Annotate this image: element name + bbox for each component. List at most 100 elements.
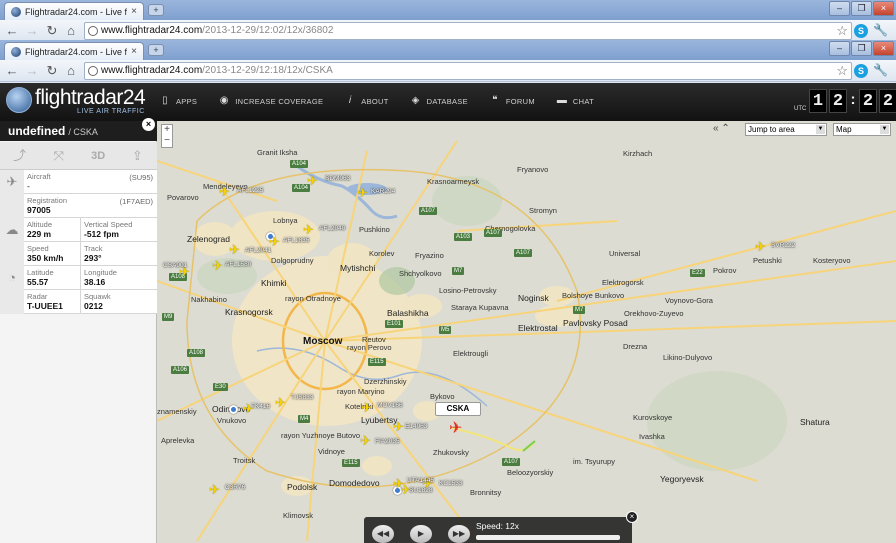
jump-to-area-select[interactable]: Jump to area ▼ (745, 123, 827, 136)
close-window-button[interactable]: × (873, 1, 894, 16)
city-label: Korolev (369, 249, 395, 258)
aircraft-marker-icon[interactable]: ✈ (303, 223, 314, 236)
back-arrow-icon[interactable]: ← (4, 63, 20, 79)
longitude-label: Longitude (84, 268, 117, 277)
flight-label: TK416 (251, 403, 271, 410)
window-controls: – ❐ × (829, 1, 894, 16)
bookmark-star-icon[interactable]: ☆ (836, 23, 848, 39)
city-label: Likino-Dulyovo (663, 353, 713, 362)
menu-database[interactable]: ◈ DATABASE (411, 96, 468, 106)
aircraft-marker-icon[interactable]: ✈ (393, 477, 404, 490)
site-logo[interactable]: flightradar24 (35, 86, 146, 110)
menu-increase-coverage[interactable]: ◉ INCREASE COVERAGE (219, 96, 323, 106)
collapse-left-icon[interactable]: « (713, 123, 719, 134)
column-divider (80, 218, 81, 242)
maximize-button[interactable]: ❐ (851, 41, 872, 56)
skype-extension-icon[interactable]: S (854, 24, 868, 38)
city-label: rayon Perovo (347, 343, 392, 352)
forward-arrow-icon[interactable]: → (24, 63, 40, 79)
city-label: Domodedovo (329, 478, 380, 488)
utc-clock: 1 2 : 2 2 (809, 89, 896, 113)
city-label: Pushkino (359, 225, 390, 234)
panel-close-button[interactable]: × (142, 118, 155, 131)
menu-about[interactable]: 𝑖 ABOUT (345, 96, 389, 106)
follow-icon[interactable]: ⤧ (39, 142, 78, 169)
reload-icon[interactable]: ↻ (44, 63, 60, 79)
wrench-menu-icon[interactable]: 🔧 (873, 23, 888, 37)
city-label: Elektrougli (453, 349, 489, 358)
menu-forum[interactable]: ❝ FORUM (490, 96, 535, 106)
minimize-button[interactable]: – (829, 1, 850, 16)
city-label: Kirzhach (623, 149, 653, 158)
rewind-button[interactable]: ◀◀ (372, 525, 394, 543)
skype-extension-icon[interactable]: S (854, 64, 868, 78)
aircraft-marker-icon[interactable]: ✈ (357, 186, 368, 199)
share-icon[interactable]: ⇪ (118, 142, 157, 169)
play-button[interactable]: ▶ (410, 525, 432, 543)
aircraft-marker-icon[interactable]: ✈ (361, 401, 372, 414)
maximize-button[interactable]: ❐ (851, 1, 872, 16)
zoom-out-button[interactable]: − (162, 136, 172, 147)
aircraft-marker-icon[interactable]: ✈ (360, 434, 371, 447)
map-type-select[interactable]: Map ▼ (833, 123, 891, 136)
aircraft-marker-icon[interactable]: ✈ (212, 259, 223, 272)
selected-flight-callout[interactable]: CSKA (435, 402, 481, 416)
minimize-button[interactable]: – (829, 41, 850, 56)
wrench-menu-icon[interactable]: 🔧 (873, 63, 888, 77)
menu-chat[interactable]: ▬ CHAT (557, 96, 594, 106)
address-bar[interactable]: www.flightradar24.com/2013-12-29/12:02/1… (84, 22, 852, 40)
city-label: znamenskiy (157, 407, 197, 416)
city-label: Kurovskoye (633, 413, 673, 422)
aircraft-marker-icon[interactable]: ✈ (755, 240, 766, 253)
collapse-up-icon[interactable]: ⌃ (721, 123, 729, 134)
new-tab-button[interactable]: + (148, 44, 164, 56)
aircraft-marker-icon[interactable]: ✈ (393, 420, 404, 433)
road-shield: E115 (368, 358, 386, 366)
home-icon[interactable]: ⌂ (63, 23, 79, 39)
latitude-label: Latitude (27, 268, 54, 277)
address-bar[interactable]: www.flightradar24.com/2013-12-29/12:18/1… (84, 62, 852, 80)
chat-icon: ▬ (556, 95, 568, 106)
city-label: Staraya Kupavna (451, 303, 509, 312)
browser-tab[interactable]: Flightradar24.com - Live fli… × (4, 42, 144, 60)
squawk-value: 0212 (84, 301, 103, 311)
route-icon[interactable]: ⤴ (0, 142, 39, 169)
airport-pin-icon[interactable] (229, 405, 238, 414)
selected-aircraft-icon[interactable]: ✈ (449, 421, 462, 437)
aircraft-marker-icon[interactable]: ✈ (219, 185, 230, 198)
home-icon[interactable]: ⌂ (63, 63, 79, 79)
new-tab-button[interactable]: + (148, 4, 164, 16)
city-label: Dzerzhinskiy (364, 377, 407, 386)
fast-forward-button[interactable]: ▶▶ (448, 525, 470, 543)
flight-label: E14063 (405, 423, 428, 430)
globe-logo-icon[interactable] (6, 87, 32, 113)
aircraft-marker-icon[interactable]: ✈ (275, 396, 286, 409)
tab-close-icon[interactable]: × (131, 46, 137, 57)
tab-title: Flightradar24.com - Live fli… (25, 6, 128, 17)
radar-value: T-UUEE1 (27, 301, 63, 311)
bookmark-star-icon[interactable]: ☆ (836, 63, 848, 79)
aircraft-marker-icon[interactable]: ✈ (229, 243, 240, 256)
back-arrow-icon[interactable]: ← (4, 23, 20, 39)
tab-title: Flightradar24.com - Live fli… (25, 46, 128, 57)
city-label: Podolsk (287, 482, 318, 492)
view-3d-button[interactable]: 3D (79, 142, 118, 169)
menu-apps[interactable]: ▯ APPS (160, 96, 197, 106)
column-divider (80, 266, 81, 290)
url-path: /2013-12-29/12:02/12x/36802 (202, 25, 334, 36)
aircraft-marker-icon[interactable]: ✈ (209, 483, 220, 496)
flight-map[interactable]: + − « ⌃ Jump to area ▼ Map ▼ Moscow Bala… (157, 121, 896, 543)
city-label: Vidnoye (318, 447, 345, 456)
playback-timeline-slider[interactable] (476, 535, 620, 540)
close-window-button[interactable]: × (873, 41, 894, 56)
main-menu: ▯ APPS ◉ INCREASE COVERAGE 𝑖 ABOUT ◈ DATABAS… (160, 96, 616, 106)
reload-icon[interactable]: ↻ (44, 23, 60, 39)
tab-close-icon[interactable]: × (131, 6, 137, 17)
road-shield: A103 (454, 233, 473, 241)
city-label: Krasnogorsk (225, 307, 273, 317)
browser-toolbar: ← → ↻ ⌂ www.flightradar24.com/2013-12-29… (0, 20, 896, 42)
aircraft-marker-icon[interactable]: ✈ (307, 174, 318, 187)
playback-close-button[interactable]: × (626, 511, 638, 523)
browser-tab[interactable]: Flightradar24.com - Live fli… × (4, 2, 144, 20)
forward-arrow-icon[interactable]: → (24, 23, 40, 39)
